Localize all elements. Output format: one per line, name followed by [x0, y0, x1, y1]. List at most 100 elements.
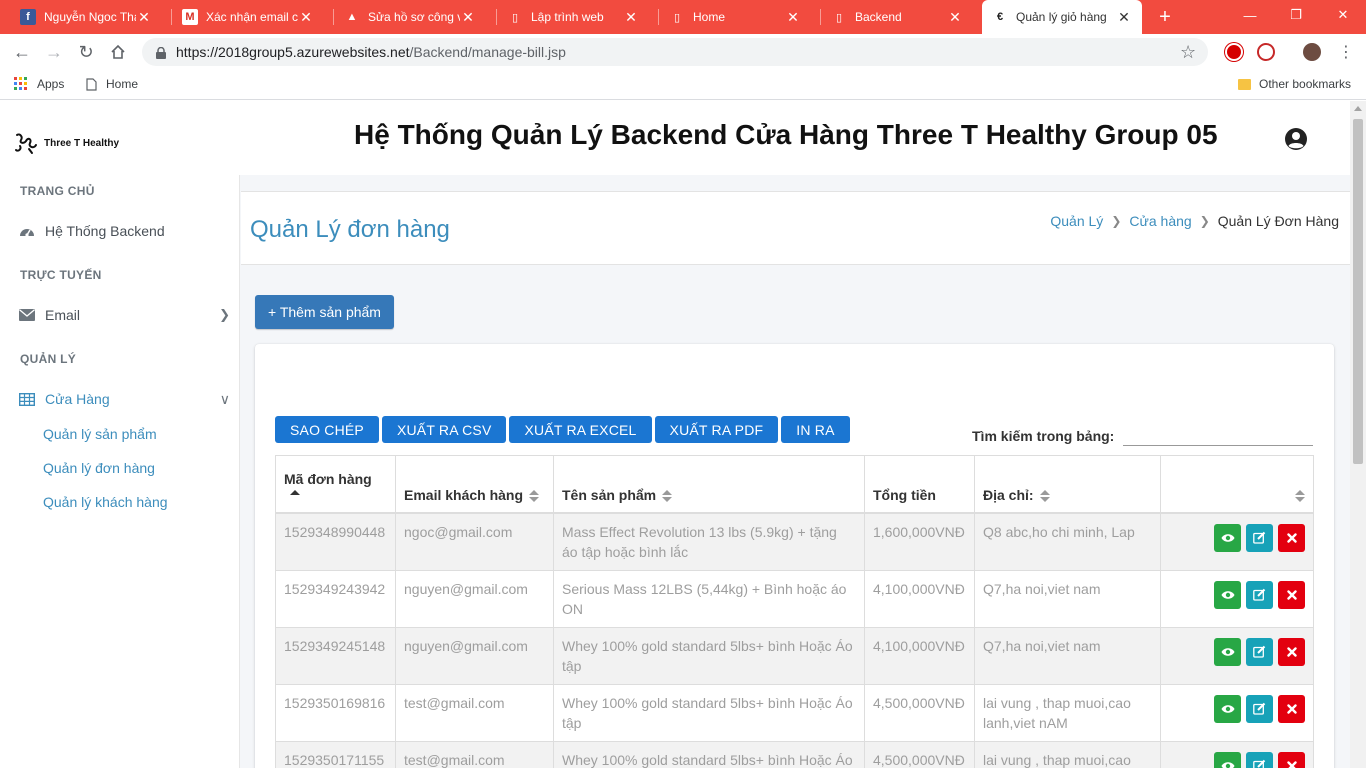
add-product-button[interactable]: + Thêm sản phẩm — [255, 295, 394, 329]
column-header-total[interactable]: Tổng tiền — [864, 455, 975, 514]
tab-close-icon[interactable]: ✕ — [1116, 9, 1132, 26]
browser-tab[interactable]: M Xác nhận email ch ✕ — [172, 0, 324, 34]
block-extension-icon[interactable] — [1257, 43, 1275, 61]
view-button[interactable] — [1214, 637, 1241, 666]
breadcrumb-separator-icon: ❯ — [1111, 214, 1122, 228]
window-close-button[interactable]: ✕ — [1320, 0, 1366, 30]
sidebar-item-backend[interactable]: Hệ Thống Backend — [18, 223, 230, 239]
column-header-actions[interactable] — [1160, 455, 1314, 514]
export-toolbar: SAO CHÉP XUẤT RA CSV XUẤT RA EXCEL XUẤT … — [275, 416, 853, 443]
view-button[interactable] — [1214, 523, 1241, 552]
cell-address: lai vung , thap muoi,cao lanh,viet nAM — [974, 740, 1161, 768]
edit-button[interactable] — [1246, 523, 1273, 552]
home-icon — [111, 44, 125, 59]
forward-button[interactable]: → — [42, 40, 66, 64]
page-scrollbar[interactable] — [1350, 101, 1366, 768]
chevron-right-icon: ❯ — [219, 307, 230, 322]
scrollbar-thumb[interactable] — [1353, 119, 1363, 464]
sidebar-section-manage: QUẢN LÝ — [20, 352, 77, 366]
view-button[interactable] — [1214, 580, 1241, 609]
menu-kebab-icon[interactable]: ⋮ — [1334, 40, 1358, 64]
edit-button[interactable] — [1246, 694, 1273, 723]
column-header-email[interactable]: Email khách hàng — [395, 455, 554, 514]
delete-x-icon — [1286, 703, 1297, 714]
reload-button[interactable]: ↻ — [74, 40, 98, 64]
browser-tab[interactable]: f Nguyễn Ngoc Tha ✕ — [10, 0, 162, 34]
delete-button[interactable] — [1278, 694, 1305, 723]
minimize-button[interactable]: — — [1227, 0, 1273, 30]
cell-total: 4,500,000VNĐ — [864, 740, 975, 768]
eye-icon — [1221, 647, 1234, 656]
tab-close-icon[interactable]: ✕ — [947, 9, 963, 26]
view-button[interactable] — [1214, 751, 1241, 768]
tab-close-icon[interactable]: ✕ — [785, 9, 801, 26]
print-button[interactable]: IN RA — [781, 416, 850, 443]
sort-icon — [1039, 489, 1050, 502]
address-bar[interactable]: https://2018group5.azurewebsites.net/Bac… — [142, 38, 1208, 66]
sidebar-sub-orders[interactable]: Quản lý đơn hàng — [43, 460, 155, 476]
breadcrumb-manage[interactable]: Quản Lý — [1050, 213, 1103, 229]
top-strip — [241, 175, 1350, 192]
sort-icon — [1295, 489, 1305, 502]
new-tab-button[interactable]: + — [1154, 6, 1176, 29]
sidebar-sub-products[interactable]: Quản lý sản phẩm — [43, 426, 157, 442]
delete-button[interactable] — [1278, 637, 1305, 666]
bookmark-apps[interactable]: Apps — [14, 77, 64, 91]
breadcrumb-orders: Quản Lý Đơn Hàng — [1217, 213, 1339, 229]
user-circle-icon[interactable] — [1284, 127, 1308, 151]
tab-title: Quản lý giỏ hàng — [1016, 10, 1107, 24]
edit-button[interactable] — [1246, 751, 1273, 768]
delete-button[interactable] — [1278, 751, 1305, 768]
export-pdf-button[interactable]: XUẤT RA PDF — [654, 416, 779, 443]
edit-icon — [1253, 759, 1266, 768]
cell-email: nguyen@gmail.com — [395, 626, 554, 685]
web-page: Three T Healthy Hệ Thống Quản Lý Backend… — [0, 101, 1350, 768]
adblock-extension-icon[interactable] — [1225, 43, 1243, 61]
column-header-address[interactable]: Địa chỉ: — [974, 455, 1161, 514]
tab-separator — [658, 9, 659, 25]
delete-button[interactable] — [1278, 580, 1305, 609]
browser-tab[interactable]: ▯ Lập trình web ✕ — [497, 0, 649, 34]
breadcrumb-store[interactable]: Cửa hàng — [1129, 213, 1191, 229]
tab-close-icon[interactable]: ✕ — [298, 9, 314, 26]
site-logo[interactable]: Three T Healthy — [14, 131, 119, 155]
table-row: 1529349245148 nguyen@gmail.com Whey 100% g… — [275, 626, 1314, 685]
profile-avatar[interactable] — [1303, 43, 1321, 61]
sidebar: TRANG CHỦ Hệ Thống Backend TRỰC TUYẾN Em… — [0, 175, 240, 768]
tab-close-icon[interactable]: ✕ — [136, 9, 152, 26]
cell-email: test@gmail.com — [395, 740, 554, 768]
cell-actions — [1160, 626, 1314, 685]
bookmark-star-icon[interactable]: ☆ — [1180, 42, 1196, 63]
back-button[interactable]: ← — [10, 40, 34, 64]
cell-total: 4,500,000VNĐ — [864, 683, 975, 742]
browser-tab[interactable]: ▯ Home ✕ — [659, 0, 811, 34]
browser-tab[interactable]: ▲ Sửa hồ sơ công vi ✕ — [334, 0, 486, 34]
maximize-button[interactable]: ❐ — [1273, 0, 1319, 30]
delete-button[interactable] — [1278, 523, 1305, 552]
edit-button[interactable] — [1246, 637, 1273, 666]
content-header: Quản Lý đơn hàng Quản Lý ❯ Cửa hàng ❯ Qu… — [241, 192, 1350, 265]
bookmark-other[interactable]: Other bookmarks — [1238, 77, 1351, 91]
home-button[interactable] — [106, 40, 130, 64]
column-header-order-id[interactable]: Mã đơn hàng — [275, 455, 396, 514]
tab-close-icon[interactable]: ✕ — [460, 9, 476, 26]
url-host: https://2018group5.azurewebsites.net — [176, 44, 410, 60]
view-button[interactable] — [1214, 694, 1241, 723]
tab-title: Lập trình web — [531, 10, 604, 24]
scroll-up-arrow-icon[interactable] — [1354, 106, 1362, 111]
sidebar-sub-customers[interactable]: Quản lý khách hàng — [43, 494, 168, 510]
column-header-product[interactable]: Tên sản phẩm — [553, 455, 865, 514]
tab-favicon-icon: ▯ — [673, 11, 681, 24]
edit-button[interactable] — [1246, 580, 1273, 609]
copy-button[interactable]: SAO CHÉP — [275, 416, 379, 443]
browser-tab[interactable]: € Quản lý giỏ hàng ✕ — [982, 0, 1142, 34]
browser-tab[interactable]: ▯ Backend ✕ — [821, 0, 973, 34]
bookmark-home[interactable]: Home — [86, 77, 138, 91]
table-search-input[interactable] — [1123, 424, 1313, 446]
export-csv-button[interactable]: XUẤT RA CSV — [381, 416, 507, 443]
tab-close-icon[interactable]: ✕ — [623, 9, 639, 26]
sidebar-item-store[interactable]: Cửa Hàng ∨ — [18, 391, 230, 407]
export-excel-button[interactable]: XUẤT RA EXCEL — [509, 416, 652, 443]
sidebar-item-email[interactable]: Email ❯ — [18, 307, 230, 323]
column-header-label: Địa chỉ: — [983, 486, 1034, 503]
